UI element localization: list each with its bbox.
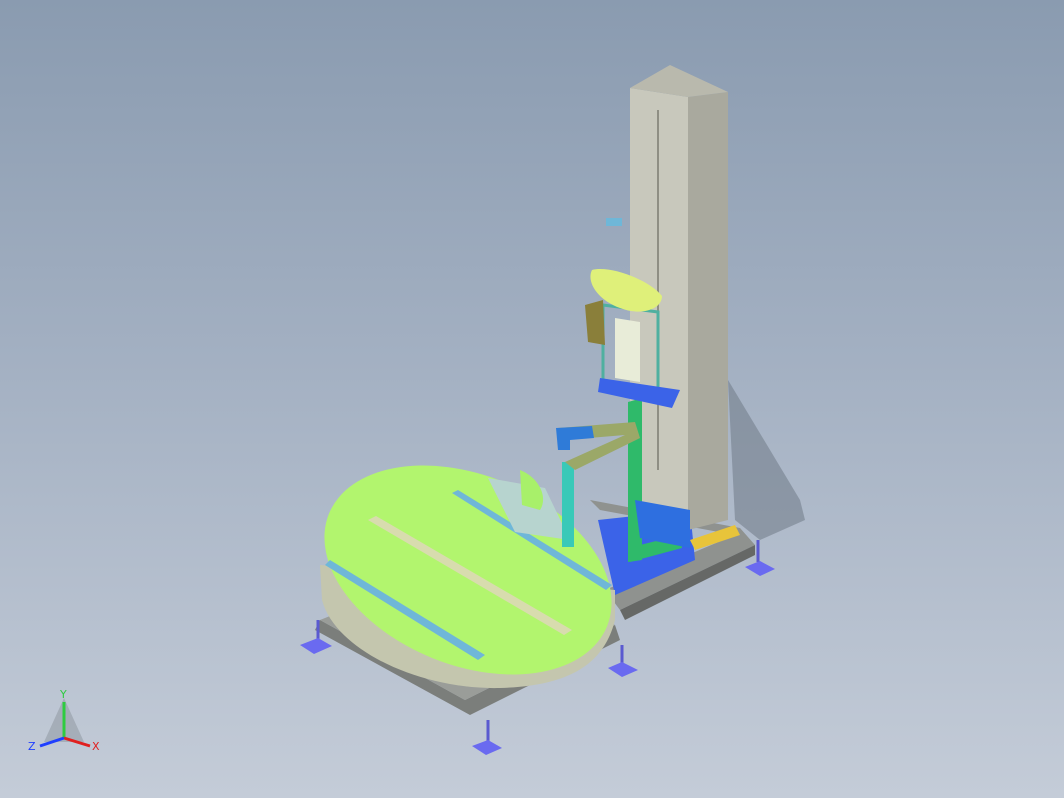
small-bracket bbox=[606, 218, 622, 226]
mast-shadow bbox=[728, 380, 805, 540]
clamp-blue bbox=[556, 426, 594, 450]
carriage-panel bbox=[615, 318, 640, 382]
mast-side bbox=[688, 92, 728, 530]
foot-pad-front-center bbox=[472, 720, 502, 755]
y-axis-label: Y bbox=[59, 688, 67, 701]
cad-3d-viewport[interactable]: Y X Z bbox=[0, 0, 1064, 798]
foot-pad-right bbox=[608, 645, 638, 677]
z-axis-label: Z bbox=[28, 740, 36, 753]
film-roll bbox=[562, 462, 574, 547]
carriage-motor bbox=[585, 300, 605, 345]
fixture-fin bbox=[520, 470, 544, 510]
orientation-triad[interactable]: Y X Z bbox=[22, 680, 112, 760]
x-axis-label: X bbox=[92, 740, 100, 753]
wrapping-machine-model[interactable] bbox=[0, 0, 1064, 798]
